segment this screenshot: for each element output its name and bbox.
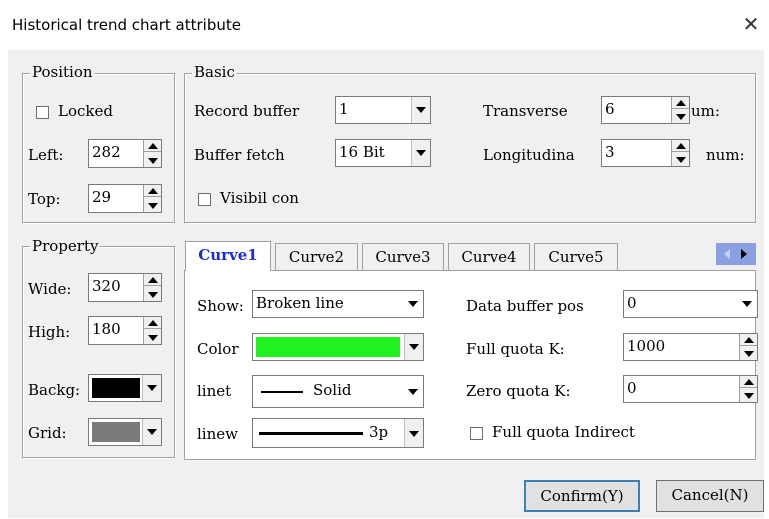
- top-label: Top:: [28, 190, 61, 208]
- data-buffer-value: 0: [627, 294, 637, 312]
- zero-quota-value: 0: [627, 379, 637, 397]
- color-label: Color: [197, 340, 239, 358]
- tab-scroll-arrows[interactable]: [716, 243, 756, 265]
- chevron-down-icon[interactable]: [142, 419, 161, 445]
- show-label: Show:: [197, 297, 244, 315]
- tab-curve3[interactable]: Curve3: [362, 243, 444, 271]
- record-buffer-label: Record buffer: [194, 102, 300, 120]
- tab-curve5[interactable]: Curve5: [534, 243, 618, 271]
- longitudinal-unit: num:: [706, 146, 745, 164]
- show-select[interactable]: Broken line: [252, 290, 424, 318]
- full-quota-spinner[interactable]: [739, 334, 757, 360]
- arrow-right-icon[interactable]: [741, 249, 747, 259]
- basic-legend: Basic: [192, 63, 237, 81]
- linetype-select[interactable]: Solid: [252, 375, 424, 408]
- linewidth-select[interactable]: 3p: [252, 418, 424, 448]
- transverse-value: 6: [605, 100, 615, 118]
- chevron-down-icon[interactable]: [738, 291, 757, 317]
- buffer-fetch-value: 16 Bit: [339, 143, 385, 161]
- chevron-down-icon[interactable]: [404, 376, 423, 407]
- chevron-down-icon[interactable]: [404, 334, 423, 360]
- visibil-checkbox[interactable]: [198, 193, 211, 206]
- left-input[interactable]: 282: [88, 139, 162, 168]
- left-spinner[interactable]: [143, 140, 161, 167]
- full-quota-label: Full quota K:: [466, 340, 565, 358]
- show-value: Broken line: [256, 294, 344, 312]
- wide-spinner[interactable]: [143, 274, 161, 301]
- color-swatch: [256, 337, 400, 357]
- wide-label: Wide:: [28, 280, 72, 298]
- linewidth-value: 3p: [369, 423, 389, 441]
- buffer-fetch-select[interactable]: 16 Bit: [335, 139, 431, 167]
- longitudinal-spinner[interactable]: [671, 140, 689, 166]
- transverse-input[interactable]: 6: [601, 96, 690, 124]
- chevron-down-icon[interactable]: [411, 140, 430, 166]
- tab-curve4[interactable]: Curve4: [448, 243, 530, 271]
- transverse-label: Transverse: [483, 102, 568, 120]
- grid-color-swatch: [92, 422, 140, 442]
- record-buffer-value: 1: [339, 100, 349, 118]
- color-select[interactable]: [252, 333, 424, 361]
- linewidth-label: linew: [197, 425, 238, 443]
- buffer-fetch-label: Buffer fetch: [194, 146, 285, 164]
- top-value: 29: [92, 188, 112, 206]
- background-color-select[interactable]: [88, 374, 162, 402]
- close-icon[interactable]: ✕: [738, 11, 764, 37]
- full-quota-indirect-checkbox[interactable]: [470, 427, 483, 440]
- arrow-left-icon[interactable]: [724, 249, 730, 259]
- background-color-swatch: [92, 378, 140, 398]
- locked-label: Locked: [58, 102, 113, 120]
- top-input[interactable]: 29: [88, 184, 162, 213]
- zero-quota-spinner[interactable]: [739, 376, 757, 402]
- top-spinner[interactable]: [143, 185, 161, 212]
- high-label: High:: [28, 323, 71, 341]
- visibil-label: Visibil con: [220, 189, 299, 207]
- high-spinner[interactable]: [143, 317, 161, 344]
- zero-quota-label: Zero quota K:: [466, 382, 571, 400]
- longitudinal-value: 3: [605, 143, 615, 161]
- high-value: 180: [92, 320, 121, 338]
- grid-label: Grid:: [28, 424, 67, 442]
- full-quota-value: 1000: [627, 337, 666, 355]
- grid-color-select[interactable]: [88, 418, 162, 446]
- chevron-down-icon[interactable]: [404, 419, 423, 447]
- property-legend: Property: [30, 237, 101, 255]
- left-label: Left:: [28, 146, 64, 164]
- data-buffer-label: Data buffer pos: [466, 297, 584, 315]
- locked-checkbox[interactable]: [36, 106, 49, 119]
- left-value: 282: [92, 143, 121, 161]
- zero-quota-input[interactable]: 0: [623, 375, 758, 403]
- tab-curve1[interactable]: Curve1: [185, 241, 271, 271]
- wide-input[interactable]: 320: [88, 273, 162, 302]
- transverse-spinner[interactable]: [671, 97, 689, 123]
- position-legend: Position: [30, 63, 95, 81]
- tab-curve2[interactable]: Curve2: [275, 243, 358, 271]
- cancel-button[interactable]: Cancel(N): [656, 480, 764, 512]
- chevron-down-icon[interactable]: [142, 375, 161, 401]
- wide-value: 320: [92, 277, 121, 295]
- high-input[interactable]: 180: [88, 316, 162, 345]
- chevron-down-icon[interactable]: [411, 97, 430, 123]
- backg-label: Backg:: [28, 381, 81, 399]
- thick-line-sample: [259, 432, 363, 435]
- record-buffer-select[interactable]: 1: [335, 96, 431, 124]
- data-buffer-select[interactable]: 0: [623, 290, 758, 318]
- confirm-button[interactable]: Confirm(Y): [524, 480, 640, 512]
- chevron-down-icon[interactable]: [404, 291, 423, 317]
- longitudinal-input[interactable]: 3: [601, 139, 690, 167]
- longitudinal-label: Longitudina: [483, 146, 575, 164]
- window-title: Historical trend chart attribute: [12, 16, 241, 34]
- linetype-value: Solid: [313, 381, 352, 399]
- transverse-unit: um:: [691, 102, 720, 120]
- full-quota-indirect-label: Full quota Indirect: [492, 423, 635, 441]
- solid-line-sample: [261, 391, 303, 393]
- full-quota-input[interactable]: 1000: [623, 333, 758, 361]
- linetype-label: linet: [197, 382, 232, 400]
